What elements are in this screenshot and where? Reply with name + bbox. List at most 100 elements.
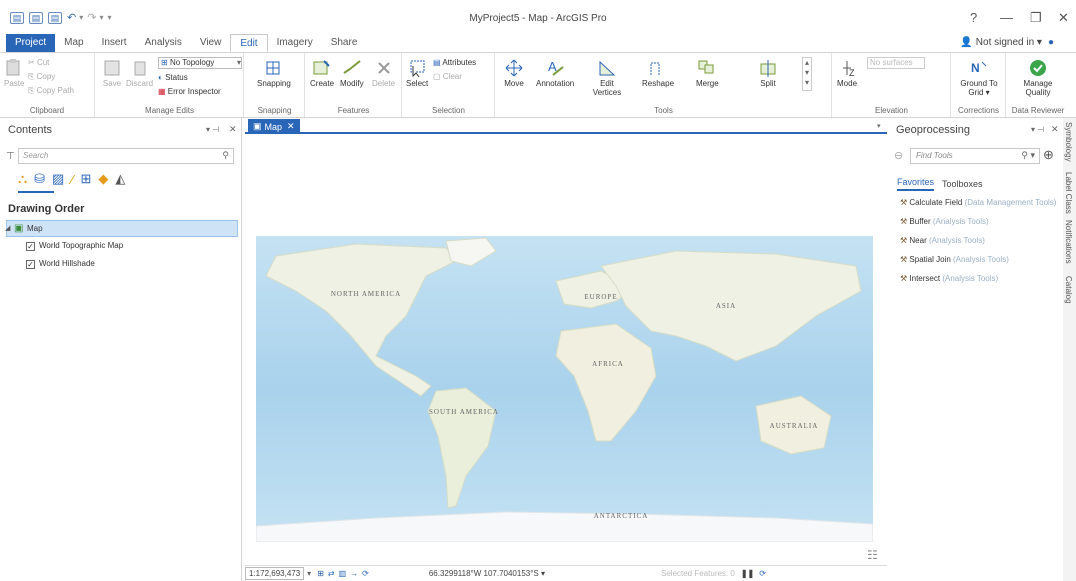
annotation-tool[interactable]: A Annotation	[536, 59, 574, 88]
list-by-snapping-icon[interactable]: ⊞	[80, 171, 91, 187]
tab-notifications[interactable]: Notifications	[1064, 220, 1073, 264]
close-button[interactable]: ✕	[1058, 10, 1069, 26]
svg-text:N: N	[971, 61, 980, 75]
account-menu[interactable]: 👤 Not signed in ▾ ●	[960, 37, 1054, 48]
tab-overflow-icon[interactable]: ▾	[877, 122, 881, 130]
asia-label: ASIA	[716, 302, 736, 310]
search-icon[interactable]: ⚲	[222, 150, 229, 161]
list-by-source-icon[interactable]: ⛁	[34, 171, 45, 187]
search-icon[interactable]: ⚲ ▾	[1021, 150, 1035, 161]
tab-label-class[interactable]: Label Class	[1064, 172, 1073, 214]
visibility-checkbox[interactable]: ✓	[26, 260, 35, 269]
discard-edits-button[interactable]: Discard	[126, 59, 153, 88]
find-tools-input[interactable]: Find Tools ⚲ ▾	[910, 148, 1040, 164]
gp-tool-item[interactable]: ⚒ Buffer (Analysis Tools)	[900, 217, 989, 226]
manage-quality-button[interactable]: Manage Quality	[1017, 59, 1059, 97]
contents-view-toolbar: ⛬ ⛁ ▨ ∕ ⊞ ◆ ◭	[18, 171, 125, 187]
gp-close-icon[interactable]: ✕	[1051, 124, 1059, 135]
contents-search-input[interactable]: Search ⚲	[18, 148, 234, 164]
pane-options-icon[interactable]: ▾ ⊣	[206, 125, 219, 134]
tab-catalog[interactable]: Catalog	[1064, 276, 1073, 304]
map-tree-item[interactable]: ◢ ▣ Map	[5, 220, 238, 237]
clear-selection-button[interactable]: ▢ Clear	[433, 72, 462, 81]
topology-select[interactable]: ⊞ No Topology ▾	[158, 57, 242, 69]
visibility-checkbox[interactable]: ✓	[26, 242, 35, 251]
map-notes-icon[interactable]: ☷	[867, 548, 878, 562]
select-button[interactable]: Select	[406, 59, 428, 88]
copy-button[interactable]: ⎘ Copy	[28, 72, 55, 82]
gp-tool-item[interactable]: ⚒ Near (Analysis Tools)	[900, 236, 985, 245]
layer-row[interactable]: ✓ World Hillshade	[26, 259, 95, 269]
back-icon[interactable]: ⊖	[894, 149, 903, 162]
tab-toolboxes[interactable]: Toolboxes	[942, 179, 983, 189]
tab-symbology[interactable]: Symbology	[1064, 122, 1073, 162]
modify-button[interactable]: Modify	[340, 59, 364, 88]
split-tool[interactable]: Split	[758, 59, 778, 88]
copy-path-button[interactable]: ⎘ Copy Path	[28, 86, 74, 96]
scissors-icon: ✂	[28, 58, 37, 67]
map-icon: ▣	[14, 223, 24, 234]
minimize-button[interactable]: —	[1000, 10, 1013, 25]
corrections-label: Corrections	[958, 106, 999, 115]
close-tab-icon[interactable]: ✕	[287, 121, 295, 132]
list-by-labeling-icon[interactable]: ◆	[98, 171, 108, 187]
tab-project[interactable]: Project	[6, 34, 56, 52]
close-pane-icon[interactable]: ✕	[229, 124, 237, 135]
collapse-icon[interactable]: ◢	[5, 224, 10, 232]
list-by-editing-icon[interactable]: ∕	[71, 172, 73, 187]
status-button[interactable]: ◐ Status	[158, 73, 188, 82]
scale-select[interactable]: 1:172,693,473	[245, 567, 305, 580]
tab-insert[interactable]: Insert	[93, 34, 136, 52]
delete-button[interactable]: Delete	[372, 59, 395, 88]
north-america-label: NORTH AMERICA	[331, 290, 401, 298]
tab-favorites[interactable]: Favorites	[897, 177, 935, 191]
attributes-button[interactable]: ▤ Attributes	[433, 58, 476, 67]
world-map[interactable]: NORTH AMERICA SOUTH AMERICA EUROPE ASIA …	[256, 236, 873, 542]
ground-to-grid-button[interactable]: N Ground To Grid ▾	[958, 59, 1000, 97]
save-edits-button[interactable]: Save	[102, 59, 122, 88]
manage-edits-label: Manage Edits	[145, 106, 194, 115]
add-toolbox-icon[interactable]: ⊕	[1043, 147, 1054, 163]
create-button[interactable]: Create	[310, 59, 334, 88]
layer-row[interactable]: ✓ World Topographic Map	[26, 241, 123, 251]
notification-bell-icon[interactable]: ●	[1048, 37, 1054, 48]
europe-label: EUROPE	[584, 293, 617, 301]
cut-button[interactable]: ✂ Cut	[28, 58, 49, 67]
restore-button[interactable]: ❐	[1030, 10, 1042, 26]
edit-vertices-tool[interactable]: Edit Vertices	[592, 59, 622, 97]
surfaces-select[interactable]: No surfaces	[867, 57, 925, 69]
snapping-button[interactable]: Snapping	[257, 59, 291, 88]
filter-icon[interactable]: ⊤	[6, 151, 15, 162]
refresh-icon[interactable]: ⟳	[759, 569, 766, 578]
list-by-drawing-order-icon[interactable]: ⛬	[18, 171, 27, 187]
gp-tool-item[interactable]: ⚒ Intersect (Analysis Tools)	[900, 274, 998, 283]
map-view-tab[interactable]: ▣ Map ✕	[248, 119, 300, 134]
error-inspector-button[interactable]: ▦ Error Inspector	[158, 87, 221, 96]
account-label: Not signed in ▾	[975, 37, 1042, 48]
tools-gallery-scroll[interactable]: ▴ ▾ ▾	[802, 57, 812, 91]
paste-button[interactable]: Paste	[4, 59, 24, 88]
scale-dropdown-icon[interactable]: ▾	[307, 569, 311, 578]
tools-group: Move A Annotation Edit Vertices Reshape …	[496, 53, 832, 117]
reshape-tool[interactable]: Reshape	[642, 59, 674, 88]
error-inspector-icon: ▦	[158, 87, 168, 96]
manage-edits-group: Save Discard ⊞ No Topology ▾ ◐ Status ▦ E…	[96, 53, 244, 117]
gp-tool-item[interactable]: ⚒ Spatial Join (Analysis Tools)	[900, 255, 1009, 264]
tab-analysis[interactable]: Analysis	[136, 34, 191, 52]
coordinate-readout[interactable]: 66.3299118°W 107.7040153°S ▾	[429, 569, 545, 578]
merge-tool[interactable]: Merge	[696, 59, 719, 88]
elevation-mode-button[interactable]: Z Mode	[837, 59, 857, 88]
tab-view[interactable]: View	[191, 34, 231, 52]
list-by-selection-icon[interactable]: ▨	[52, 171, 64, 187]
tab-edit[interactable]: Edit	[230, 34, 268, 52]
tab-share[interactable]: Share	[322, 34, 367, 52]
gp-tool-item[interactable]: ⚒ Calculate Field (Data Management Tools…	[900, 198, 1056, 207]
gp-pane-options-icon[interactable]: ▾ ⊣	[1031, 125, 1044, 134]
move-tool[interactable]: Move	[504, 59, 524, 88]
pause-drawing-icon[interactable]: ❚❚	[741, 569, 754, 578]
help-button[interactable]: ?	[970, 10, 977, 25]
tab-map[interactable]: Map	[55, 34, 92, 52]
list-by-perspective-icon[interactable]: ◭	[115, 171, 125, 187]
tab-imagery[interactable]: Imagery	[268, 34, 322, 52]
map-status-tools-icons[interactable]: ⊞⇄▥→⟳	[317, 569, 373, 578]
